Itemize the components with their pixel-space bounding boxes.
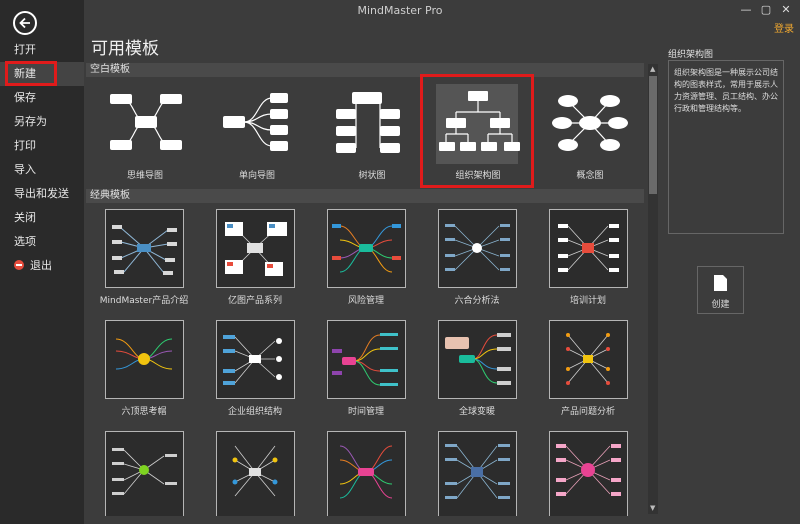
classic-template-14[interactable]: [549, 431, 628, 516]
page-title: 可用模板: [91, 39, 159, 59]
template-preview-image: [232, 445, 278, 497]
preview-description-box: 组织架构图是一种展示公司结构的图表样式，常用于展示人力资源管理、员工结构、办公行…: [668, 60, 784, 234]
classic-template-10[interactable]: [105, 431, 184, 516]
sidebar-item-close[interactable]: 关闭: [0, 206, 84, 230]
classic-template-8[interactable]: [438, 320, 517, 399]
minimize-button[interactable]: —: [738, 3, 754, 17]
template-preview-image: [223, 335, 282, 385]
highlight-new: [5, 61, 57, 86]
classic-template-5[interactable]: [105, 320, 184, 399]
classic-template-9[interactable]: [549, 320, 628, 399]
document-icon: [714, 275, 727, 291]
classic-template-0[interactable]: [105, 209, 184, 288]
sidebar-item-open[interactable]: 打开: [0, 38, 84, 62]
blank-label-mind-map: 思维导图: [126, 171, 163, 181]
sidebar-item-exit[interactable]: 退出: [0, 254, 84, 278]
blank-template-mind-map[interactable]: [104, 86, 188, 162]
classic-template-4[interactable]: [549, 209, 628, 288]
right-map-icon: [223, 93, 288, 151]
close-button[interactable]: ✕: [778, 3, 794, 17]
classic-template-7[interactable]: [327, 320, 406, 399]
template-preview-image: [339, 445, 393, 499]
sidebar-item-export[interactable]: 导出和发送: [0, 182, 84, 206]
template-preview-image: [332, 224, 401, 273]
classic-template-1[interactable]: [216, 209, 295, 288]
blank-label-tree-map: 树状图: [358, 171, 386, 181]
template-preview-image: [445, 444, 510, 499]
window-title: MindMaster Pro: [357, 4, 443, 17]
template-preview-image: [566, 333, 610, 385]
create-button-label: 创建: [711, 300, 730, 310]
section-blank-templates: 空白模板: [86, 63, 644, 77]
templates-scrollbar[interactable]: ▲ ▼: [648, 64, 658, 514]
sidebar-item-import[interactable]: 导入: [0, 158, 84, 182]
sidebar-item-save[interactable]: 保存: [0, 86, 84, 110]
highlight-org-chart: [420, 74, 534, 188]
back-button[interactable]: [13, 11, 37, 35]
template-preview-image: [445, 333, 511, 385]
sidebar-item-options[interactable]: 选项: [0, 230, 84, 254]
tree-map-icon: [336, 92, 400, 153]
login-link[interactable]: 登录: [774, 20, 794, 35]
restore-button[interactable]: ▢: [758, 3, 774, 17]
create-button[interactable]: 创建: [697, 266, 744, 314]
scroll-up-icon[interactable]: ▲: [650, 65, 655, 73]
scroll-down-icon[interactable]: ▼: [650, 504, 655, 512]
blank-template-right-map[interactable]: [220, 86, 304, 162]
template-preview-image: [112, 225, 177, 275]
arrow-left-icon: [19, 17, 30, 29]
sidebar-item-print[interactable]: 打印: [0, 134, 84, 158]
classic-template-11[interactable]: [216, 431, 295, 516]
classic-template-2[interactable]: [327, 209, 406, 288]
blank-template-tree-map[interactable]: [330, 86, 414, 162]
sidebar-item-exit-label: 退出: [30, 259, 52, 272]
template-preview-image: [445, 224, 510, 271]
classic-template-13[interactable]: [438, 431, 517, 516]
scrollbar-thumb[interactable]: [649, 76, 657, 194]
classic-template-6[interactable]: [216, 320, 295, 399]
classic-template-12[interactable]: [327, 431, 406, 516]
mind-map-icon: [110, 94, 182, 150]
concept-map-icon: [552, 95, 628, 151]
template-preview-image: [558, 224, 619, 272]
template-preview-image: [115, 338, 173, 370]
title-bar: MindMaster Pro — ▢ ✕: [0, 0, 800, 22]
sidebar-item-save-as[interactable]: 另存为: [0, 110, 84, 134]
classic-label-4: 培训计划: [569, 296, 606, 306]
exit-icon: [14, 260, 24, 270]
preview-title: 组织架构图: [668, 50, 714, 60]
template-preview-image: [112, 448, 177, 495]
blank-label-concept-map: 概念图: [576, 171, 604, 181]
template-preview-image: [332, 333, 398, 386]
template-preview-image: [556, 444, 621, 496]
template-preview-image: [225, 222, 287, 276]
blank-label-right-map: 单向导图: [238, 171, 275, 181]
preview-description: 组织架构图是一种展示公司结构的图表样式，常用于展示人力资源管理、员工结构、办公行…: [674, 68, 778, 113]
classic-label-9: 产品问题分析: [560, 407, 615, 417]
classic-template-3[interactable]: [438, 209, 517, 288]
section-classic-templates: 经典模板: [86, 189, 644, 203]
blank-template-concept-map[interactable]: [548, 86, 632, 162]
